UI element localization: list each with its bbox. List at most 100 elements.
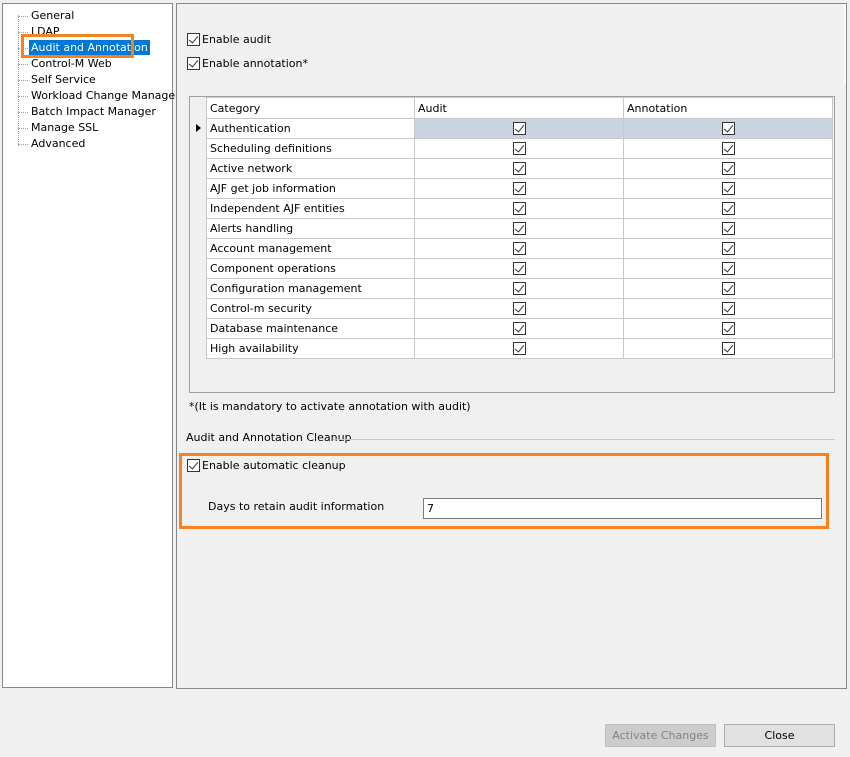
cleanup-section-title: Audit and Annotation Cleanup [186,431,352,444]
days-to-retain-label: Days to retain audit information [208,500,385,513]
category-cell[interactable]: Database maintenance [206,318,415,339]
tree-item-self-service[interactable]: Self Service [18,72,98,87]
annotation-cell[interactable] [623,298,833,319]
checkbox-checked-icon[interactable] [721,242,735,256]
table-row[interactable]: High availability [206,338,833,359]
audit-cell[interactable] [414,178,624,199]
audit-cell[interactable] [414,278,624,299]
days-to-retain-input[interactable]: 7 [423,498,822,519]
enable-automatic-cleanup-label: Enable automatic cleanup [202,459,346,472]
tree-selection-highlight-box [21,34,134,58]
audit-cell[interactable] [414,298,624,319]
checkbox-checked-icon[interactable] [721,222,735,236]
checkbox-checked-icon[interactable] [512,142,526,156]
checkbox-checked-icon[interactable] [721,142,735,156]
annotation-cell[interactable] [623,238,833,259]
audit-cell[interactable] [414,158,624,179]
column-header-annotation[interactable]: Annotation [623,97,833,119]
category-cell[interactable]: Account management [206,238,415,259]
category-cell[interactable]: AJF get job information [206,178,415,199]
audit-cell[interactable] [414,198,624,219]
category-cell[interactable]: Independent AJF entities [206,198,415,219]
category-cell[interactable]: High availability [206,338,415,359]
table-row[interactable]: Authentication [206,118,833,139]
audit-cell[interactable] [414,238,624,259]
activate-changes-button[interactable]: Activate Changes [605,724,716,747]
annotation-cell[interactable] [623,158,833,179]
checkbox-checked-icon[interactable] [512,322,526,336]
category-cell[interactable]: Authentication [206,118,415,139]
checkbox-checked-icon[interactable] [512,302,526,316]
checkbox-checked-icon[interactable] [512,282,526,296]
audit-cell[interactable] [414,338,624,359]
checkbox-checked-icon[interactable] [187,56,200,70]
column-header-audit[interactable]: Audit [414,97,624,119]
category-cell[interactable]: Scheduling definitions [206,138,415,159]
settings-tree: General LDAP Audit and Annotation Contro… [2,3,180,688]
annotation-cell[interactable] [623,118,833,139]
checkbox-checked-icon[interactable] [512,342,526,356]
table-row[interactable]: Alerts handling [206,218,833,239]
checkbox-checked-icon[interactable] [721,302,735,316]
audit-cell[interactable] [414,138,624,159]
column-header-category[interactable]: Category [206,97,415,119]
table-row[interactable]: Active network [206,158,833,179]
table-row[interactable]: Component operations [206,258,833,279]
category-cell[interactable]: Active network [206,158,415,179]
tree-item-manage-ssl[interactable]: Manage SSL [18,120,100,135]
checkbox-checked-icon[interactable] [512,122,526,136]
checkbox-checked-icon[interactable] [512,162,526,176]
checkbox-checked-icon[interactable] [721,342,735,356]
audit-cell[interactable] [414,258,624,279]
tree-item-workload-change-manager[interactable]: Workload Change Manager [18,88,182,103]
audit-cell[interactable] [414,318,624,339]
tree-item-label: Batch Impact Manager [31,105,156,118]
table-row[interactable]: Independent AJF entities [206,198,833,219]
enable-annotation-checkbox[interactable]: Enable annotation* [187,56,308,72]
enable-audit-checkbox[interactable]: Enable audit [187,32,271,48]
annotation-cell[interactable] [623,218,833,239]
audit-cell[interactable] [414,118,624,139]
tree-item-label: Control-M Web [31,57,112,70]
tree-item-batch-impact-manager[interactable]: Batch Impact Manager [18,104,158,119]
checkbox-checked-icon[interactable] [512,242,526,256]
table-row[interactable]: Configuration management [206,278,833,299]
annotation-cell[interactable] [623,338,833,359]
tree-item-advanced[interactable]: Advanced [18,136,87,151]
annotation-cell[interactable] [623,198,833,219]
checkbox-checked-icon[interactable] [721,322,735,336]
category-cell[interactable]: Control-m security [206,298,415,319]
table-row[interactable]: Control-m security [206,298,833,319]
checkbox-checked-icon[interactable] [512,222,526,236]
checkbox-checked-icon[interactable] [512,262,526,276]
checkbox-checked-icon[interactable] [721,282,735,296]
checkbox-checked-icon[interactable] [512,182,526,196]
category-cell[interactable]: Configuration management [206,278,415,299]
checkbox-checked-icon[interactable] [721,122,735,136]
tree-branch-dots [18,63,28,65]
category-table: Category Audit Annotation Authentication… [206,97,833,359]
close-button[interactable]: Close [724,724,835,747]
annotation-cell[interactable] [623,138,833,159]
table-row[interactable]: AJF get job information [206,178,833,199]
checkbox-checked-icon[interactable] [721,182,735,196]
tree-item-control-m-web[interactable]: Control-M Web [18,56,114,71]
table-row[interactable]: Account management [206,238,833,259]
checkbox-checked-icon[interactable] [721,202,735,216]
annotation-cell[interactable] [623,278,833,299]
checkbox-checked-icon[interactable] [187,32,200,46]
tree-item-general[interactable]: General [18,8,76,23]
category-cell[interactable]: Alerts handling [206,218,415,239]
category-cell[interactable]: Component operations [206,258,415,279]
checkbox-checked-icon[interactable] [721,262,735,276]
checkbox-checked-icon[interactable] [721,162,735,176]
audit-cell[interactable] [414,218,624,239]
annotation-cell[interactable] [623,318,833,339]
checkbox-checked-icon[interactable] [512,202,526,216]
table-row[interactable]: Database maintenance [206,318,833,339]
checkbox-checked-icon[interactable] [187,458,200,472]
annotation-cell[interactable] [623,178,833,199]
enable-automatic-cleanup-checkbox[interactable]: Enable automatic cleanup [187,458,346,474]
table-row[interactable]: Scheduling definitions [206,138,833,159]
annotation-cell[interactable] [623,258,833,279]
